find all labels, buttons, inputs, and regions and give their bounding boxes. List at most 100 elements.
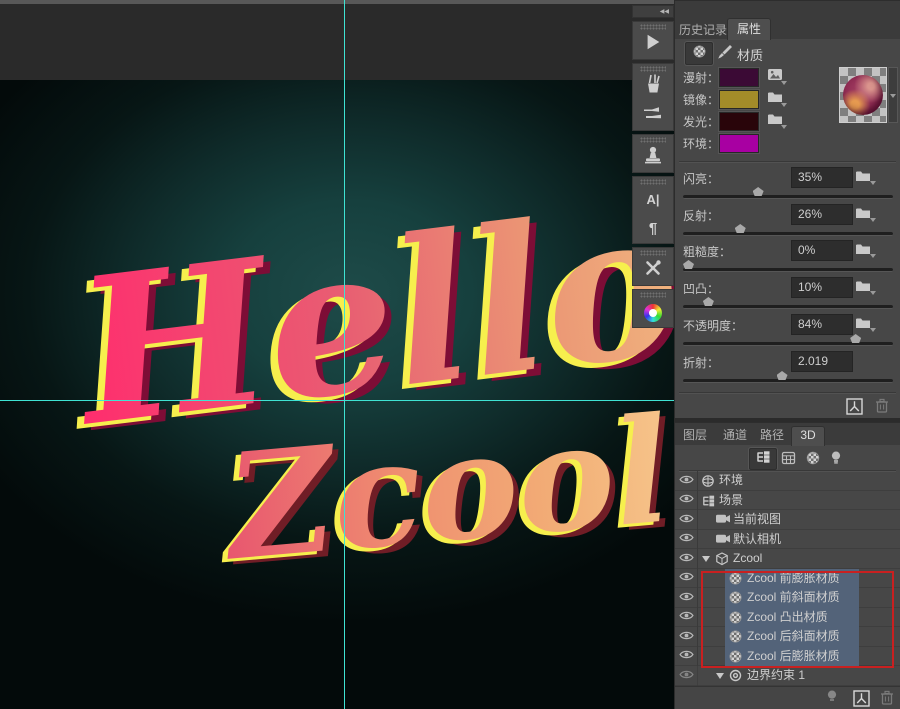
tab-layers[interactable]: 图层 xyxy=(677,427,713,444)
camera-icon xyxy=(715,533,731,547)
slider-thumb[interactable] xyxy=(703,297,714,306)
expander-triangle[interactable] xyxy=(702,556,710,562)
tree-row[interactable]: 边界约束 1 xyxy=(675,666,900,686)
visibility-toggle[interactable] xyxy=(675,608,698,628)
slider-thumb[interactable] xyxy=(777,371,788,380)
roughness-slider[interactable] xyxy=(683,268,893,272)
dock-item-color-themes[interactable] xyxy=(633,298,673,327)
visibility-toggle[interactable] xyxy=(675,647,698,667)
slider-thumb[interactable] xyxy=(683,260,694,269)
texture-source-button[interactable] xyxy=(855,206,871,224)
visibility-toggle[interactable] xyxy=(675,510,698,530)
opacity-value[interactable]: 84% xyxy=(791,314,853,335)
visibility-toggle[interactable] xyxy=(675,491,698,511)
filter-lights-button[interactable] xyxy=(831,451,841,470)
expander-triangle[interactable] xyxy=(716,673,724,679)
slider-thumb[interactable] xyxy=(735,224,746,233)
dock-item-clone-source[interactable] xyxy=(633,143,673,172)
eye-icon xyxy=(679,493,694,507)
texture-source-button[interactable] xyxy=(855,316,871,334)
mesh-row-icon xyxy=(715,552,729,569)
color-swatch[interactable] xyxy=(719,134,759,153)
material-ball-icon xyxy=(693,45,706,63)
material-type-button[interactable] xyxy=(685,42,713,65)
visibility-toggle[interactable] xyxy=(675,530,698,550)
3d-panel-bottom-bar xyxy=(675,686,900,709)
tree-row[interactable]: Zcool 前斜面材质 xyxy=(675,588,900,608)
tree-row[interactable]: 场景 xyxy=(675,491,900,511)
delete-icon[interactable] xyxy=(880,690,894,709)
materials-filter-icon xyxy=(806,452,820,469)
texture-source-button[interactable] xyxy=(767,112,783,130)
texture-source-button[interactable] xyxy=(855,242,871,260)
color-swatch[interactable] xyxy=(719,90,759,109)
expand-panels-button[interactable]: ◀◀ xyxy=(632,5,674,18)
texture-source-button[interactable] xyxy=(855,169,871,187)
dock-item-tool-kit[interactable] xyxy=(633,256,673,285)
tree-row[interactable]: Zcool 后膨胀材质 xyxy=(675,647,900,667)
dock-item-tool-presets[interactable] xyxy=(633,101,673,130)
opacity-slider[interactable] xyxy=(683,342,893,346)
visibility-toggle[interactable] xyxy=(675,471,698,491)
visibility-toggle[interactable] xyxy=(675,627,698,647)
tab-3d[interactable]: 3D xyxy=(791,426,825,446)
dock-item-paragraph-panel[interactable]: ¶ xyxy=(633,214,673,243)
vertical-guide[interactable] xyxy=(344,0,345,709)
reflection-slider[interactable] xyxy=(683,232,893,236)
document-canvas[interactable]: Hello Hello Hello Zcool Zcool Zcool xyxy=(0,80,674,709)
reflection-value[interactable]: 26% xyxy=(791,204,853,225)
tree-row[interactable]: Zcool xyxy=(675,549,900,569)
filter-meshes-button[interactable] xyxy=(781,451,796,470)
tree-row[interactable]: 环境 xyxy=(675,471,900,491)
slider-thumb[interactable] xyxy=(753,187,764,196)
visibility-toggle[interactable] xyxy=(675,666,698,686)
slider-thumb[interactable] xyxy=(850,334,861,343)
chevron-down-icon xyxy=(870,291,876,295)
tree-row[interactable]: Zcool 凸出材质 xyxy=(675,608,900,628)
tree-row-label: Zcool 后膨胀材质 xyxy=(747,647,840,667)
visibility-toggle[interactable] xyxy=(675,569,698,589)
refraction-value[interactable]: 2.019 xyxy=(791,351,853,372)
tab-channels[interactable]: 通道 xyxy=(717,427,753,444)
roughness-value[interactable]: 0% xyxy=(791,240,853,261)
coordinates-icon[interactable] xyxy=(846,398,863,420)
tree-row[interactable]: 当前视图 xyxy=(675,510,900,530)
dock-item-brush-presets[interactable] xyxy=(633,72,673,101)
shine-slider[interactable] xyxy=(683,195,893,199)
tree-row[interactable]: Zcool 后斜面材质 xyxy=(675,627,900,647)
tree-row[interactable]: 默认相机 xyxy=(675,530,900,550)
bump-slider[interactable] xyxy=(683,305,893,309)
tree-row-label: 边界约束 1 xyxy=(747,666,805,686)
filter-materials-button[interactable] xyxy=(806,451,820,470)
tree-row-label: Zcool 后斜面材质 xyxy=(747,627,840,647)
tab-paths[interactable]: 路径 xyxy=(755,427,789,444)
coordinates-icon[interactable] xyxy=(853,690,870,709)
material-picker-button[interactable] xyxy=(888,67,898,123)
material-row-icon xyxy=(729,572,742,588)
horizontal-guide[interactable] xyxy=(0,400,674,401)
texture-source-button[interactable] xyxy=(855,279,871,297)
visibility-toggle[interactable] xyxy=(675,588,698,608)
color-wheel-center xyxy=(649,309,657,317)
eye-icon xyxy=(679,649,694,663)
color-swatch[interactable] xyxy=(719,112,759,131)
material-preview[interactable] xyxy=(839,67,887,123)
shine-value[interactable]: 35% xyxy=(791,167,853,188)
dock-item-actions[interactable] xyxy=(633,30,673,59)
new-light-icon[interactable] xyxy=(827,690,837,709)
tab-properties[interactable]: 属性 xyxy=(727,18,771,40)
tree-row-label: 场景 xyxy=(719,491,743,511)
texture-source-button[interactable] xyxy=(767,68,783,86)
bump-value[interactable]: 10% xyxy=(791,277,853,298)
tab-history[interactable]: 历史记录 xyxy=(679,21,727,39)
filter-scene-button[interactable] xyxy=(749,448,777,470)
color-swatch[interactable] xyxy=(719,68,759,87)
texture-source-button[interactable] xyxy=(767,90,783,108)
paint-brush-icon[interactable] xyxy=(717,44,733,65)
dock-item-character-panel[interactable]: A| xyxy=(633,185,673,214)
refraction-label: 折射： xyxy=(683,354,719,371)
visibility-toggle[interactable] xyxy=(675,549,698,569)
tree-row[interactable]: Zcool 前膨胀材质 xyxy=(675,569,900,589)
delete-icon[interactable] xyxy=(875,398,889,418)
refraction-slider[interactable] xyxy=(683,379,893,383)
